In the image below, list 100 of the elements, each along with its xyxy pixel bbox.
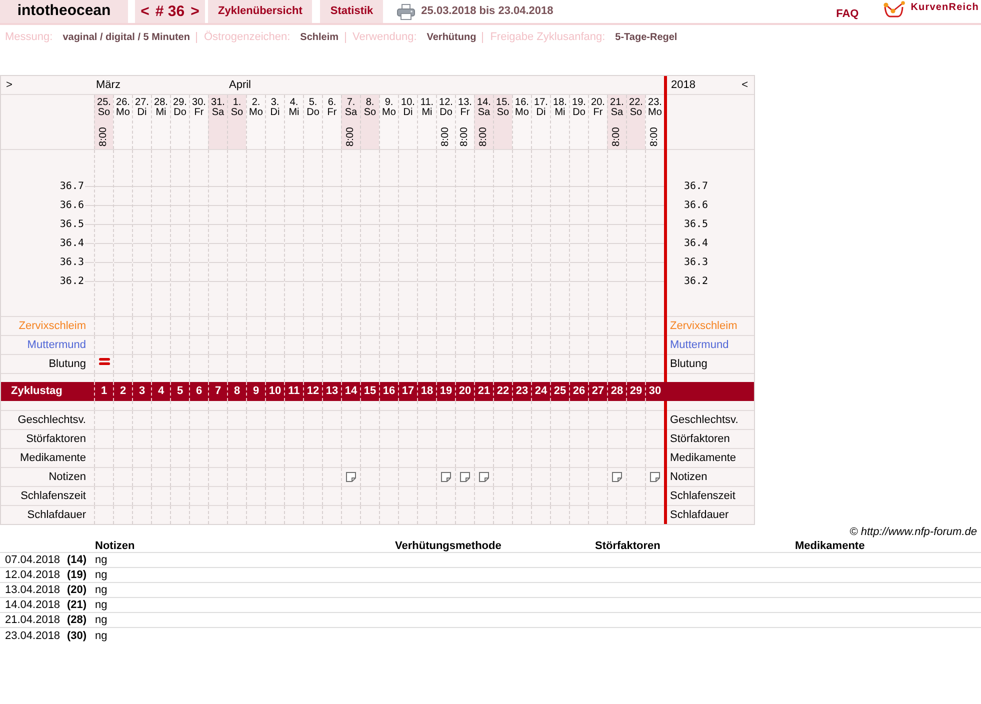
cycle-day-number: 11 bbox=[288, 384, 300, 400]
temperature-label: 36.4 bbox=[60, 237, 84, 251]
day-date: 31. bbox=[211, 98, 225, 108]
table-cell: (28) bbox=[67, 614, 87, 626]
nav-tab[interactable]: Statistik bbox=[320, 0, 384, 23]
weekday-label: So bbox=[230, 108, 244, 118]
weekday-label: So bbox=[630, 108, 642, 118]
cycle-day-number: 19 bbox=[440, 384, 452, 400]
cycle-day-number: 23 bbox=[516, 384, 528, 400]
previous-cycle-button[interactable]: < bbox=[140, 4, 150, 19]
cycle-day-number: 24 bbox=[534, 384, 548, 400]
weekday-label: So bbox=[364, 108, 376, 118]
measurement-time: 8:00 bbox=[460, 127, 470, 146]
cycle-number: # 36 bbox=[155, 4, 185, 19]
table-cell: ng bbox=[95, 614, 108, 626]
day-date: 25. bbox=[97, 98, 111, 108]
temperature-label: 36.5 bbox=[684, 218, 708, 232]
day-date: 2. bbox=[252, 98, 260, 108]
cycle-day-number: 7 bbox=[214, 384, 222, 400]
row-label: Blutung bbox=[48, 356, 86, 372]
weekday-label: So bbox=[98, 108, 110, 118]
setting-value: 5-Tage-Regel bbox=[615, 30, 678, 44]
weekday-label: Sa bbox=[610, 108, 624, 118]
printer-icon[interactable] bbox=[397, 4, 416, 20]
table-cell: ng bbox=[95, 599, 108, 611]
row-label: Geschlechtsv. bbox=[18, 412, 86, 428]
weekday-label: Mi bbox=[288, 108, 300, 118]
row-label: Zervixschleim bbox=[670, 318, 738, 334]
right-chevron-button[interactable]: > bbox=[6, 80, 12, 90]
table-cell-text: 21.04.2018 bbox=[4, 614, 60, 626]
day-date: 16. bbox=[515, 98, 529, 108]
table-cell: (14) bbox=[67, 554, 87, 566]
note-icon[interactable] bbox=[460, 472, 470, 482]
cycle-day-number: 12 bbox=[306, 384, 320, 400]
cycle-day-number: 4 bbox=[158, 384, 164, 400]
day-date: 6. bbox=[328, 98, 336, 108]
day-date: 23. bbox=[648, 98, 662, 108]
note-icon[interactable] bbox=[346, 472, 356, 482]
weekday-label: Do bbox=[440, 108, 452, 118]
weekday-label: Do bbox=[572, 108, 586, 118]
brand-name[interactable]: KurvenReich bbox=[910, 1, 979, 15]
cycle-day-number: 30 bbox=[648, 384, 662, 400]
weekday-label: Mo bbox=[515, 108, 529, 118]
note-icon[interactable] bbox=[479, 472, 489, 482]
faq-link[interactable]: FAQ bbox=[836, 6, 859, 22]
logo-icon[interactable] bbox=[882, 1, 905, 18]
day-date: 4. bbox=[290, 98, 298, 108]
weekday-label: Mo bbox=[648, 108, 662, 118]
day-date: 15. bbox=[496, 98, 510, 108]
nav-tab[interactable]: Zyklenübersicht bbox=[208, 0, 312, 23]
row-label: Notizen bbox=[670, 470, 708, 485]
day-date: 8. bbox=[366, 98, 374, 108]
temperature-label: 36.7 bbox=[684, 180, 708, 194]
weekday-label: Sa bbox=[212, 108, 224, 118]
table-cell: (19) bbox=[67, 569, 87, 581]
row-label: Muttermund bbox=[670, 338, 729, 353]
column-header: Notizen bbox=[95, 540, 135, 552]
month-label: März bbox=[96, 78, 120, 93]
temperature-label: 36.6 bbox=[684, 199, 708, 213]
cycle-day-number: 15 bbox=[364, 384, 376, 400]
column-header: Medikamente bbox=[795, 540, 865, 552]
user-name: intotheocean bbox=[0, 0, 128, 23]
weekday-label: Di bbox=[270, 108, 280, 118]
row-label: Schlafenszeit bbox=[670, 488, 736, 504]
date-range: 25.03.2018 bis 23.04.2018 bbox=[421, 4, 554, 20]
weekday-label: So bbox=[496, 108, 510, 118]
cycle-day-number: 18 bbox=[420, 384, 434, 400]
setting-label: Messung: bbox=[5, 30, 53, 45]
day-date: 18. bbox=[553, 98, 567, 108]
copyright-text: © http://www.nfp-forum.de bbox=[850, 526, 977, 538]
day-date: 17. bbox=[534, 98, 548, 108]
cycle-day-number: 20 bbox=[458, 384, 472, 400]
row-label: Zervixschleim bbox=[18, 318, 86, 334]
table-cell: ng bbox=[95, 569, 108, 581]
setting-value: Schleim bbox=[300, 30, 339, 44]
table-cell-text: 12.04.2018 bbox=[4, 569, 60, 581]
day-date: 27. bbox=[135, 98, 149, 108]
weekday-label: Mo bbox=[382, 108, 396, 118]
cycle-day-number: 27 bbox=[592, 384, 604, 400]
setting-value: Verhütung bbox=[426, 30, 476, 44]
measurement-time: 8:00 bbox=[479, 127, 489, 146]
day-date: 1. bbox=[232, 98, 242, 108]
weekday-label: Do bbox=[306, 108, 320, 118]
row-label: Medikamente bbox=[670, 450, 736, 466]
day-date: 13. bbox=[458, 98, 472, 108]
temperature-label: 36.5 bbox=[60, 218, 84, 232]
cycle-day-number: 14 bbox=[344, 384, 358, 400]
next-cycle-button[interactable]: > bbox=[190, 4, 200, 19]
table-cell-text: 07.04.2018 bbox=[4, 554, 60, 566]
note-icon[interactable] bbox=[612, 472, 622, 482]
temperature-label: 36.6 bbox=[60, 199, 84, 213]
cycle-day-number: 16 bbox=[382, 384, 396, 400]
cycle-day-number: 8 bbox=[234, 384, 240, 400]
day-date: 9. bbox=[384, 98, 394, 108]
day-date: 21. bbox=[610, 98, 624, 108]
weekday-label: Mi bbox=[156, 108, 166, 118]
temperature-label: 36.4 bbox=[684, 237, 708, 251]
note-icon[interactable] bbox=[650, 472, 660, 482]
left-chevron-button[interactable]: < bbox=[742, 80, 748, 90]
note-icon[interactable] bbox=[441, 472, 451, 482]
